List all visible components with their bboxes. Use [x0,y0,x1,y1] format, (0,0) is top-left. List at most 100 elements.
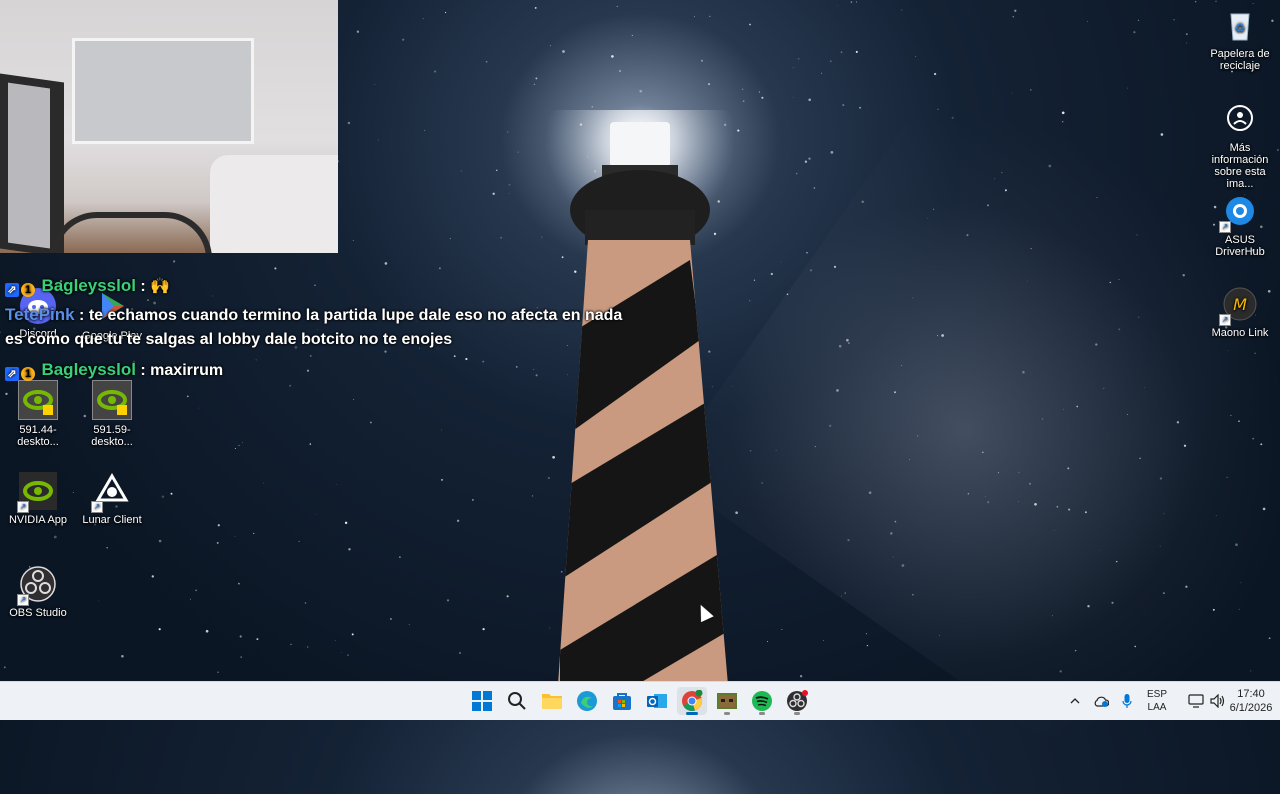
chat-message: ⇗ 1 Bagleysslol : maxirrum [5,356,645,385]
star [241,441,244,443]
nvidia-icon: ↗ [17,472,57,513]
star [1160,133,1164,136]
search-button[interactable] [502,687,532,715]
star [240,656,242,658]
star [106,547,108,549]
star [813,187,816,189]
desktop-icon-label: OBS Studio [9,607,67,619]
obs-icon: ↗ [17,565,57,606]
microphone-icon [1122,694,1132,708]
chat-username: Bagleysslol [41,276,136,295]
star [496,169,498,171]
tray-language[interactable]: ESP LAA [1142,682,1172,720]
taskbar-store[interactable] [607,687,637,715]
tray-microphone[interactable] [1116,682,1138,720]
start-button[interactable] [467,687,497,715]
star [460,170,462,172]
star [238,582,240,585]
star [485,60,488,63]
desktop-icon-nvidia-app[interactable]: ↗ NVIDIA App [0,472,76,526]
taskbar-file-explorer[interactable] [537,687,567,715]
desktop-icon-nvidia-driver-1[interactable]: 591.44-deskto... [0,380,76,448]
star [449,238,451,240]
star [534,6,537,9]
star [1030,89,1032,91]
star [770,272,773,276]
taskbar-obs[interactable] [782,687,812,715]
folder-icon [542,694,562,709]
star [216,541,219,544]
desktop-icon-spotlight-info[interactable]: Más información sobre esta ima... [1202,100,1278,190]
star [341,651,342,653]
chat-text: te echamos cuando termino la partida lup… [88,307,623,324]
desktop-icon-maono-link[interactable]: M ↗ Maono Link [1202,285,1278,339]
show-hidden-icons-button[interactable] [1066,682,1084,720]
star [205,629,209,633]
star [1127,87,1128,89]
chat-message: ⇗ 1 Bagleysslol : 🙌 [5,272,645,301]
star [1012,15,1015,18]
webcam-overlay [0,0,338,253]
star [438,267,441,270]
taskbar-edge[interactable] [572,687,602,715]
star [761,96,764,99]
star [797,58,800,60]
star [804,160,808,163]
star [353,398,355,400]
chat-separator: : [135,362,151,379]
webcam-chair [50,212,212,253]
taskbar-spotify[interactable] [747,687,777,715]
star [1087,20,1088,22]
desktop-icon-asus-driverhub[interactable]: ↗ ASUS DriverHub [1202,192,1278,258]
star [749,300,751,302]
star [422,18,424,20]
star [767,641,769,642]
taskbar-chrome[interactable] [677,687,707,715]
prime-badge-icon: ⇗ [5,367,19,381]
star [700,59,704,62]
taskbar-minecraft[interactable] [712,687,742,715]
star [508,193,510,194]
svg-text:M: M [1233,295,1247,314]
tray-onedrive[interactable] [1090,682,1112,720]
desktop-icon-nvidia-driver-2[interactable]: 591.59-deskto... [74,380,150,448]
star [1133,31,1136,34]
star [799,674,803,678]
clock-time: 17:40 [1237,688,1265,700]
star [915,56,917,58]
star [186,395,189,398]
star [352,239,355,242]
desktop-icon-obs-studio[interactable]: ↗ OBS Studio [0,565,76,619]
star [459,652,461,654]
keyboard-layout: LAA [1147,702,1167,713]
lunar-client-icon: ↗ [91,472,131,513]
star [808,98,811,102]
star [239,635,242,638]
clock-date: 6/1/2026 [1229,702,1273,714]
star [53,535,57,539]
star [334,640,336,642]
minecraft-icon [717,693,737,709]
star [708,83,710,86]
taskbar-outlook[interactable] [642,687,672,715]
desktop-icon-lunar-client[interactable]: ↗ Lunar Client [74,472,150,526]
star [758,91,760,93]
star [309,443,312,445]
desktop-icon-label: 591.59-deskto... [91,424,133,448]
tray-clock[interactable]: 17:40 6/1/2026 [1220,682,1280,720]
star [694,16,695,18]
star [356,30,360,33]
star [161,495,165,499]
star [445,11,447,14]
desktop-icon-label: ASUS DriverHub [1215,234,1265,258]
star [533,83,536,85]
windows-start-icon [472,691,492,711]
star [377,139,379,141]
chrome-icon [682,690,703,711]
star [472,499,474,501]
star [500,237,502,239]
star [234,536,236,538]
star [795,172,798,175]
star [336,484,337,486]
desktop-icon-recycle-bin[interactable]: ♻ Papelera de reciclaje [1202,6,1278,72]
